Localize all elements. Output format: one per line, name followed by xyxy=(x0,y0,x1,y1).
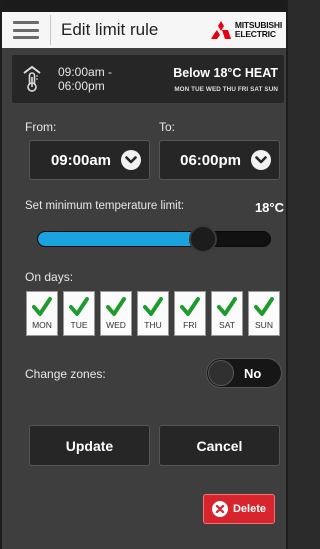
page-title: Edit limit rule xyxy=(61,20,159,39)
change-zones-toggle[interactable]: No xyxy=(206,358,282,388)
summary-detail: Below 18°C HEAT MON TUE WED THU FRI SAT … xyxy=(130,66,284,93)
delete-button[interactable]: Delete xyxy=(203,494,275,524)
brand-logo: MITSUBISHI ELECTRIC xyxy=(210,20,282,40)
summary-time-end: 06:00pm xyxy=(58,79,105,93)
day-label: SAT xyxy=(219,320,235,330)
from-label: From: xyxy=(25,120,57,134)
brand-line-2: ELECTRIC xyxy=(234,29,276,39)
day-checkbox-sat[interactable]: SAT xyxy=(211,291,243,336)
day-checkbox-wed[interactable]: WED xyxy=(100,291,132,336)
chevron-down-icon xyxy=(251,150,271,170)
days-label: On days: xyxy=(25,270,74,284)
hamburger-icon[interactable] xyxy=(11,17,41,43)
toggle-knob xyxy=(208,360,234,386)
thermometer-icon xyxy=(23,65,41,92)
temperature-value: 18°C xyxy=(254,200,284,215)
day-label: WED xyxy=(106,320,126,330)
brand-text: MITSUBISHI ELECTRIC xyxy=(235,21,282,39)
day-checkbox-mon[interactable]: MON xyxy=(26,291,58,336)
day-checkbox-sun[interactable]: SUN xyxy=(248,291,280,336)
day-label: SUN xyxy=(255,320,273,330)
close-circle-icon xyxy=(211,501,228,517)
check-icon xyxy=(143,297,163,316)
summary-time-start: 09:00am - xyxy=(58,65,113,79)
summary-condition: Below 18°C HEAT xyxy=(173,65,278,80)
temperature-slider-track[interactable] xyxy=(37,231,271,247)
mitsubishi-diamonds-icon xyxy=(210,20,231,39)
change-zones-label: Change zones: xyxy=(25,367,106,381)
from-time-select[interactable]: 09:00am xyxy=(29,140,150,180)
app-screen: Edit limit rule MITSUBISHI ELECTRIC 09:0… xyxy=(0,0,288,549)
from-time-value: 09:00am xyxy=(50,151,111,169)
day-checkbox-thu[interactable]: THU xyxy=(137,291,169,336)
check-icon xyxy=(69,297,89,316)
status-strip xyxy=(2,0,286,12)
check-icon xyxy=(180,297,200,316)
chevron-down-icon xyxy=(121,150,141,170)
header-divider xyxy=(50,15,51,45)
rule-summary: 09:00am - 06:00pm Below 18°C HEAT MON TU… xyxy=(12,55,284,103)
day-checkbox-tue[interactable]: TUE xyxy=(63,291,95,336)
temperature-label: Set minimum temperature limit: xyxy=(25,200,185,212)
check-icon xyxy=(32,297,52,316)
temperature-slider-thumb[interactable] xyxy=(189,225,218,253)
temperature-row: Set minimum temperature limit: 18°C xyxy=(25,200,284,215)
check-icon xyxy=(106,297,126,316)
check-icon xyxy=(254,297,274,316)
day-label: FRI xyxy=(183,320,197,330)
delete-label: Delete xyxy=(232,503,267,515)
day-selector: MON TUE WED THU FRI SAT SUN xyxy=(26,291,285,336)
update-button[interactable]: Update xyxy=(29,425,150,466)
summary-days: MON TUE WED THU FRI SAT SUN xyxy=(174,85,278,93)
check-icon xyxy=(217,297,237,316)
app-header: Edit limit rule MITSUBISHI ELECTRIC xyxy=(2,12,286,48)
to-time-value: 06:00pm xyxy=(180,151,241,169)
to-time-select[interactable]: 06:00pm xyxy=(159,140,280,180)
to-label: To: xyxy=(159,120,176,134)
day-label: THU xyxy=(144,320,162,330)
day-label: MON xyxy=(32,320,52,330)
summary-time: 09:00am - 06:00pm xyxy=(58,65,130,93)
cancel-button[interactable]: Cancel xyxy=(159,425,280,466)
day-label: TUE xyxy=(70,320,88,330)
day-checkbox-fri[interactable]: FRI xyxy=(174,291,206,336)
toggle-text: No xyxy=(244,366,262,381)
temperature-slider-fill xyxy=(38,232,205,246)
